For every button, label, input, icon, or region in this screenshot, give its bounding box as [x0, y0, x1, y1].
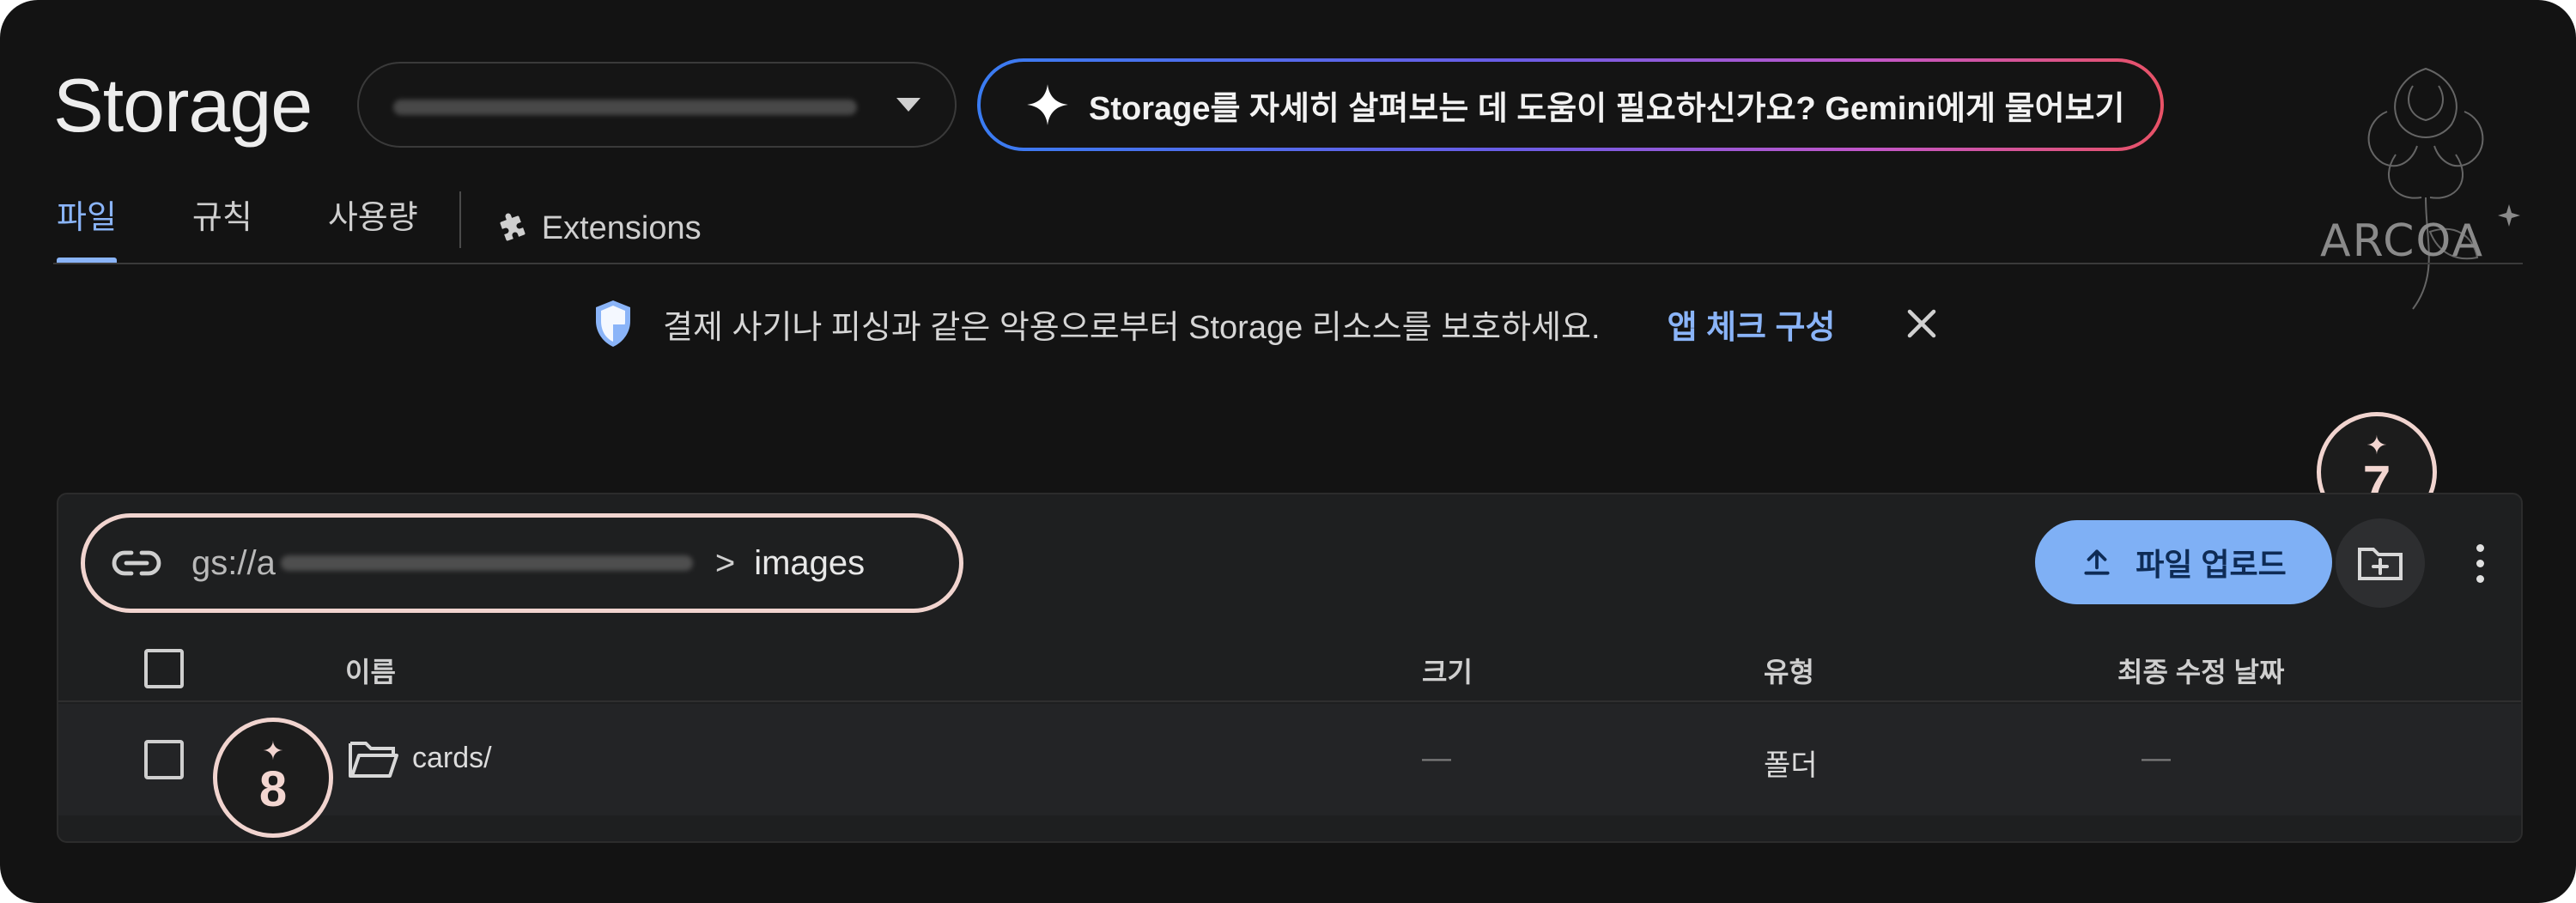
upload-icon — [2084, 549, 2110, 575]
new-folder-icon — [2358, 548, 2403, 580]
row-name[interactable]: cards/ — [412, 742, 492, 775]
file-browser-panel: gs://a > images 파일 업로드 이름 크기 유형 최종 수정 날짜 — [57, 493, 2523, 843]
gemini-help-text: Storage를 자세히 살펴보는 데 도움이 필요하신가요? Gemini에게… — [1089, 90, 2125, 127]
banner-message: 결제 사기나 피싱과 같은 악용으로부터 Storage 리소스를 보호하세요. — [663, 309, 1601, 346]
tab-files[interactable]: 파일 — [57, 194, 117, 263]
storage-window: Storage Storage를 자세히 살펴보는 데 도움이 필요하신가요? … — [0, 0, 2576, 903]
storage-path-breadcrumb: gs://a > images — [81, 513, 963, 613]
row-last-modified: — — [2142, 742, 2171, 774]
row-type: 폴더 — [1764, 749, 1818, 782]
gemini-help-button[interactable]: Storage를 자세히 살펴보는 데 도움이 필요하신가요? Gemini에게… — [977, 58, 2164, 151]
row-size: — — [1422, 742, 1451, 774]
column-name[interactable]: 이름 — [345, 651, 396, 690]
tabs-underline — [53, 263, 2523, 264]
sparkle-icon — [1027, 84, 1068, 125]
column-last-modified[interactable]: 최종 수정 날짜 — [2117, 651, 2284, 690]
table-row[interactable]: cards/ — 폴더 — — [58, 704, 2521, 815]
more-options-icon[interactable] — [2463, 529, 2497, 597]
sparkle-icon: ✦ — [262, 737, 284, 766]
app-check-banner: 결제 사기나 피싱과 같은 악용으로부터 Storage 리소스를 보호하세요.… — [592, 295, 1940, 352]
upload-button-label: 파일 업로드 — [2136, 547, 2287, 582]
tab-bar: 파일 규칙 사용량 Extensions — [57, 191, 777, 263]
step-number: 8 — [258, 761, 288, 817]
arcoa-watermark-logo: ARCOA — [2320, 67, 2520, 310]
folder-icon — [349, 742, 398, 778]
column-type[interactable]: 유형 — [1764, 651, 1814, 690]
bucket-name-redacted — [393, 100, 857, 115]
page-title: Storage — [53, 63, 313, 148]
chevron-right-icon: > — [714, 543, 736, 582]
close-icon[interactable] — [1904, 306, 1940, 342]
path-prefix: gs://a — [191, 543, 276, 582]
column-size[interactable]: 크기 — [1422, 651, 1473, 690]
tab-divider — [459, 191, 461, 248]
watermark-text: ARCOA — [2320, 215, 2484, 267]
table-header: 이름 크기 유형 최종 수정 날짜 — [58, 632, 2521, 702]
select-all-checkbox[interactable] — [144, 649, 184, 688]
create-folder-button[interactable] — [2336, 518, 2425, 608]
tab-rules[interactable]: 규칙 — [192, 194, 252, 263]
step-badge-8: ✦ 8 — [213, 718, 333, 838]
upload-file-button[interactable]: 파일 업로드 — [2035, 520, 2332, 604]
shield-icon — [596, 300, 630, 347]
sparkle-icon: ✦ — [2366, 432, 2388, 460]
tab-extensions[interactable]: Extensions — [495, 194, 702, 263]
link-icon[interactable] — [111, 548, 162, 579]
row-checkbox[interactable] — [144, 740, 184, 779]
breadcrumb-current-folder[interactable]: images — [754, 544, 865, 583]
bucket-selector[interactable] — [357, 62, 957, 148]
chevron-down-icon — [896, 98, 920, 112]
tab-usage[interactable]: 사용량 — [328, 194, 418, 263]
tab-extensions-label: Extensions — [541, 210, 702, 246]
bucket-path-redacted — [280, 555, 693, 571]
configure-app-check-link[interactable]: 앱 체크 구성 — [1668, 300, 1836, 348]
puzzle-icon — [500, 213, 526, 241]
